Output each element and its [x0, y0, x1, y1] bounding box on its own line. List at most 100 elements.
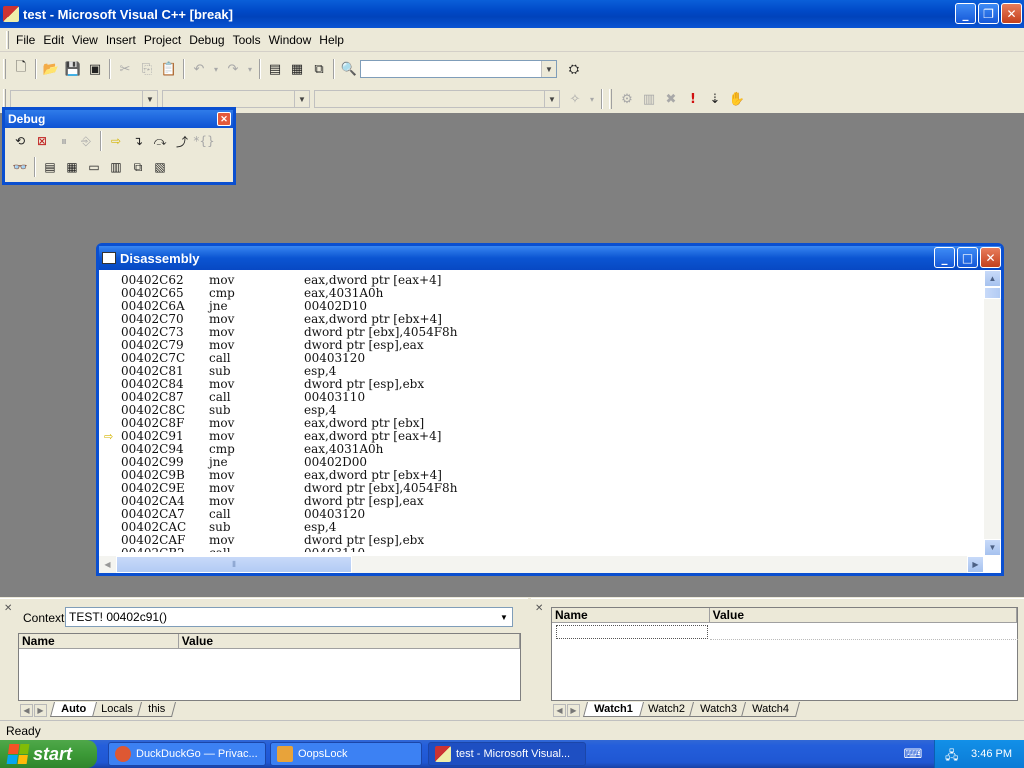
- output-icon[interactable]: ▦: [286, 58, 308, 80]
- keyboard-icon[interactable]: ⌨: [902, 743, 924, 765]
- copy-icon[interactable]: ⎘: [136, 58, 158, 80]
- break-execution-icon[interactable]: ⏸: [53, 130, 75, 152]
- scroll-down-icon[interactable]: ▼: [984, 539, 1001, 556]
- tab-scroll-left-icon[interactable]: ◀: [20, 704, 33, 717]
- stop-build-icon[interactable]: ✖: [660, 88, 682, 110]
- find-combo[interactable]: ▼: [360, 60, 557, 78]
- column-header-name[interactable]: Name: [19, 634, 179, 648]
- step-over-icon[interactable]: ⤼: [149, 130, 171, 152]
- wizard-dropdown-icon[interactable]: ▾: [586, 88, 598, 110]
- step-out-icon[interactable]: ⤴: [171, 130, 193, 152]
- network-icon[interactable]: 🖧: [945, 746, 961, 762]
- context-combo[interactable]: TEST! 00402c91() ▼: [65, 607, 513, 627]
- taskbar-item-visual-cpp[interactable]: test - Microsoft Visual...: [428, 742, 586, 766]
- taskbar-item-oopslock[interactable]: OopsLock: [270, 742, 422, 766]
- disassembly-line[interactable]: 00402C7C call 00403120: [99, 352, 983, 365]
- toolbar-grip[interactable]: [3, 89, 6, 109]
- close-icon[interactable]: ✕: [217, 112, 231, 126]
- save-all-icon[interactable]: ▣: [84, 58, 106, 80]
- tab-scroll-right-icon[interactable]: ▶: [567, 704, 580, 717]
- cut-icon[interactable]: ✂: [114, 58, 136, 80]
- quickwatch-icon[interactable]: 👓: [9, 156, 31, 178]
- menu-view[interactable]: View: [68, 31, 102, 49]
- chevron-down-icon[interactable]: ▼: [142, 91, 157, 107]
- toolbar-grip[interactable]: [3, 59, 6, 79]
- breakpoint-icon[interactable]: ✋: [726, 88, 748, 110]
- workspace-icon[interactable]: ▤: [264, 58, 286, 80]
- execute-icon[interactable]: !: [682, 88, 704, 110]
- visual-cpp-app-icon[interactable]: [3, 6, 19, 22]
- find-icon[interactable]: ⛭: [563, 58, 585, 80]
- paste-icon[interactable]: 📋: [158, 58, 180, 80]
- close-button[interactable]: ✕: [980, 247, 1001, 268]
- chevron-down-icon[interactable]: ▼: [541, 61, 556, 77]
- tab-scroll-right-icon[interactable]: ▶: [34, 704, 47, 717]
- call-stack-icon[interactable]: ⧉: [127, 156, 149, 178]
- menu-help[interactable]: Help: [315, 31, 348, 49]
- menubar-grip[interactable]: [6, 30, 9, 49]
- start-button[interactable]: start: [0, 740, 97, 768]
- undo-icon[interactable]: ↶: [188, 58, 210, 80]
- find-in-files-icon[interactable]: 🔍: [338, 58, 360, 80]
- column-header-value[interactable]: Value: [710, 608, 1017, 622]
- scroll-thumb[interactable]: ⦀: [116, 556, 352, 573]
- chevron-down-icon[interactable]: ▼: [544, 91, 559, 107]
- chevron-down-icon[interactable]: ▼: [294, 91, 309, 107]
- filter-combo[interactable]: ▼: [162, 90, 310, 108]
- watch-grid[interactable]: Name Value: [551, 607, 1018, 701]
- menu-edit[interactable]: Edit: [39, 31, 68, 49]
- scroll-thumb[interactable]: [984, 287, 1001, 299]
- disassembly-line[interactable]: 00402CA4 mov dword ptr [esp],eax: [99, 495, 983, 508]
- column-header-value[interactable]: Value: [179, 634, 520, 648]
- tab-watch2[interactable]: Watch2: [636, 702, 696, 717]
- debug-toolbar-titlebar[interactable]: Debug ✕: [5, 110, 233, 128]
- tab-watch4[interactable]: Watch4: [740, 702, 800, 717]
- class-combo[interactable]: ▼: [10, 90, 158, 108]
- scroll-right-icon[interactable]: ▶: [967, 556, 984, 573]
- menu-project[interactable]: Project: [140, 31, 185, 49]
- minimize-button[interactable]: _: [934, 247, 955, 268]
- horizontal-scrollbar[interactable]: ◀ ⦀ ▶: [99, 556, 984, 573]
- close-icon[interactable]: ✕: [4, 603, 12, 614]
- new-file-icon[interactable]: 🗋: [10, 58, 32, 80]
- tab-scroll-left-icon[interactable]: ◀: [553, 704, 566, 717]
- step-into-icon[interactable]: ↴: [127, 130, 149, 152]
- watch-new-entry-cell[interactable]: [556, 625, 708, 639]
- tab-locals[interactable]: Locals: [90, 702, 144, 717]
- disassembly-line[interactable]: 00402CAF mov dword ptr [esp],ebx: [99, 534, 983, 547]
- tab-auto[interactable]: Auto: [49, 702, 98, 717]
- tab-this[interactable]: this: [136, 702, 176, 717]
- vertical-scrollbar[interactable]: ▲ ▼: [984, 270, 1001, 556]
- tab-watch3[interactable]: Watch3: [688, 702, 748, 717]
- disassembly-line[interactable]: 00402C79 mov dword ptr [esp],eax: [99, 339, 983, 352]
- menu-file[interactable]: File: [12, 31, 39, 49]
- watch-window-icon[interactable]: ▤: [39, 156, 61, 178]
- wizard-action-icon[interactable]: ✧: [564, 88, 586, 110]
- registers-window-icon[interactable]: ▭: [83, 156, 105, 178]
- scroll-up-icon[interactable]: ▲: [984, 270, 1001, 287]
- disassembly-code[interactable]: 00402C62 mov eax,dword ptr [eax+4] 00402C65…: [99, 274, 983, 552]
- close-icon[interactable]: ✕: [535, 603, 543, 614]
- undo-dropdown-icon[interactable]: ▾: [210, 58, 222, 80]
- disassembly-line[interactable]: 00402CA7 call 00403120: [99, 508, 983, 521]
- save-icon[interactable]: 💾: [62, 58, 84, 80]
- apply-code-changes-icon[interactable]: ⎆: [75, 130, 97, 152]
- restart-icon[interactable]: ⟲: [9, 130, 31, 152]
- redo-dropdown-icon[interactable]: ▾: [244, 58, 256, 80]
- menu-debug[interactable]: Debug: [185, 31, 228, 49]
- compile-icon[interactable]: ⚙: [616, 88, 638, 110]
- build-icon[interactable]: ▥: [638, 88, 660, 110]
- disassembly-line[interactable]: 00402C94 cmp eax,4031A0h: [99, 443, 983, 456]
- stop-debugging-icon[interactable]: ⊠: [31, 130, 53, 152]
- disassembly-icon[interactable]: ▧: [149, 156, 171, 178]
- maximize-button[interactable]: □: [957, 247, 978, 268]
- disassembly-line[interactable]: 00402C65 cmp eax,4031A0h: [99, 287, 983, 300]
- go-icon[interactable]: ⇣: [704, 88, 726, 110]
- restore-button[interactable]: ❐: [978, 3, 999, 24]
- scroll-left-icon[interactable]: ◀: [99, 556, 116, 573]
- clock[interactable]: 3:46 PM: [971, 748, 1012, 760]
- menu-insert[interactable]: Insert: [102, 31, 140, 49]
- minimize-button[interactable]: _: [955, 3, 976, 24]
- disassembly-line[interactable]: 00402C87 call 00403110: [99, 391, 983, 404]
- menu-tools[interactable]: Tools: [229, 31, 265, 49]
